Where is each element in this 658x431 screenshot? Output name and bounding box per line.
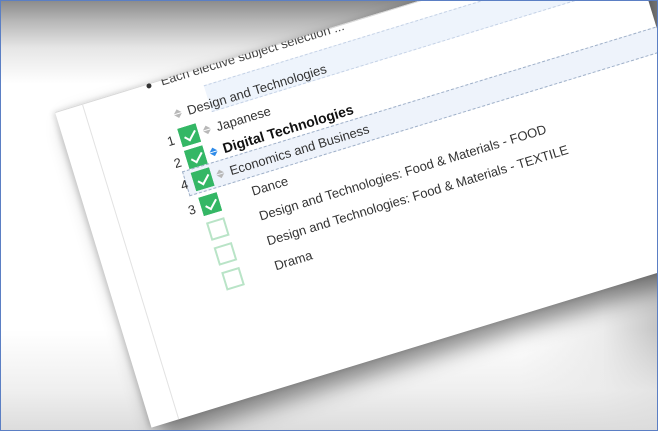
checkmark-icon[interactable] <box>198 191 222 216</box>
sort-arrows-icon[interactable] <box>207 145 219 158</box>
sort-arrows-icon[interactable] <box>201 123 213 136</box>
checkbox-icon[interactable] <box>213 241 238 266</box>
bullet-icon <box>145 82 153 90</box>
checkbox-icon[interactable] <box>221 266 245 291</box>
checkmark-icon[interactable] <box>190 166 215 191</box>
subject-label: Drama <box>272 246 314 273</box>
subject-label: Dance <box>249 172 290 199</box>
sort-arrows-icon[interactable] <box>214 167 226 180</box>
checkmark-icon[interactable] <box>177 122 201 147</box>
checkbox-icon[interactable] <box>205 216 230 241</box>
sort-arrows-icon[interactable] <box>172 107 184 119</box>
